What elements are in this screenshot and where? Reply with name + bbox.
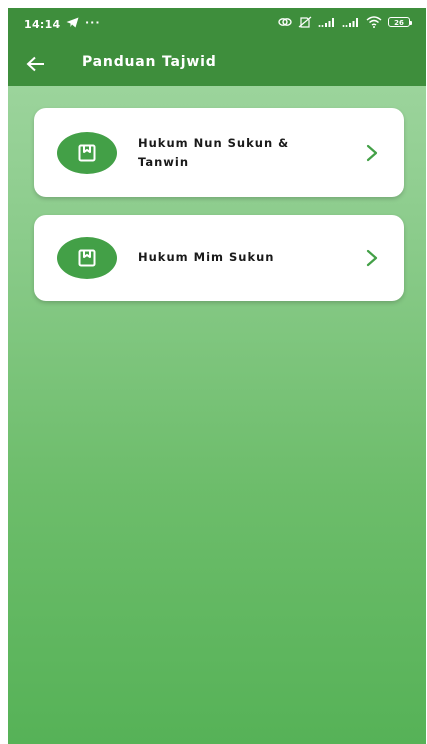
card-label: Hukum Mim Sukun (138, 250, 275, 264)
page-title: Panduan Tajwid (82, 54, 217, 70)
status-left-icons: ··· (66, 16, 101, 29)
status-time: 14:14 (24, 18, 61, 31)
telegram-icon (66, 17, 79, 28)
status-right-icons: 26 (278, 16, 412, 28)
book-icon (78, 249, 96, 267)
chevron-right-icon (366, 144, 378, 162)
signal-icon (318, 18, 334, 27)
wifi-icon (366, 16, 382, 28)
card-label: Hukum Nun Sukun & Tanwin (138, 136, 290, 169)
app-bar: 14:14 ··· 26 Panduan Tajwid (8, 8, 426, 86)
more-notifications-icon: ··· (85, 16, 101, 29)
card-icon-circle (57, 237, 117, 279)
toolbar: Panduan Tajwid (8, 44, 426, 84)
card-hukum-mim-sukun[interactable]: Hukum Mim Sukun (34, 215, 404, 301)
arrow-left-icon (26, 56, 44, 72)
chevron-right-icon (366, 249, 378, 267)
link-icon (278, 18, 292, 26)
card-hukum-nun-sukun[interactable]: Hukum Nun Sukun & Tanwin (34, 108, 404, 197)
back-button[interactable] (22, 50, 50, 78)
battery-icon: 26 (388, 17, 412, 27)
no-sim-icon (298, 16, 312, 28)
status-bar: 14:14 ··· 26 (8, 8, 426, 40)
card-icon-circle (57, 132, 117, 174)
book-icon (78, 144, 96, 162)
phone-screen: 14:14 ··· 26 Panduan Tajwid Hukum Nun Su… (8, 8, 426, 744)
signal-icon-2 (342, 18, 358, 27)
